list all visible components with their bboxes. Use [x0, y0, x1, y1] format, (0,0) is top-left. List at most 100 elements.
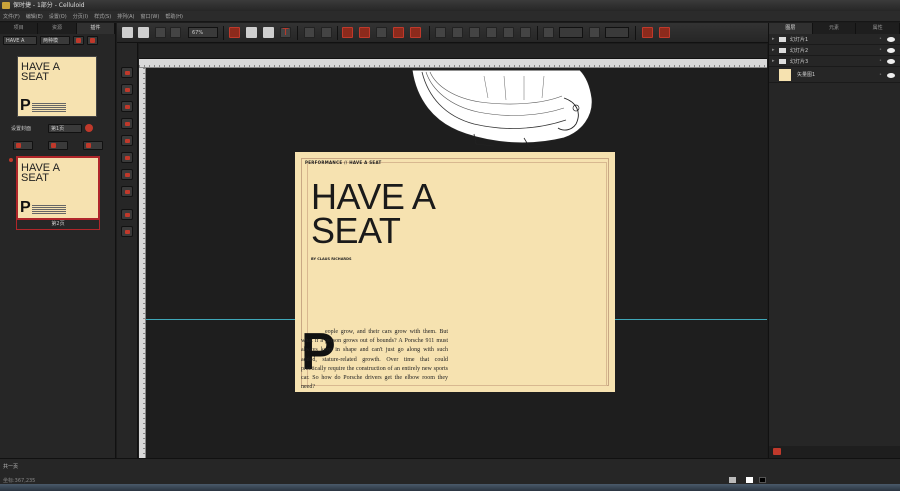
car-seat-image[interactable]	[404, 68, 604, 150]
headline[interactable]: HAVE A SEAT	[311, 179, 436, 249]
tab-project[interactable]: 项目	[0, 23, 39, 34]
play-icon[interactable]	[121, 101, 133, 112]
arrange-back-icon[interactable]	[410, 27, 421, 38]
app-icon	[2, 2, 10, 9]
corner-icon[interactable]	[659, 27, 670, 38]
layer-item[interactable]: ▸ 幻灯片1 •	[769, 34, 900, 45]
menu-edit[interactable]: 编辑(E)	[26, 13, 43, 20]
tab-layers[interactable]: 图层	[769, 23, 813, 34]
folder-icon	[779, 36, 786, 42]
page-actions	[4, 139, 112, 151]
expand-arrow-icon[interactable]: ▸	[772, 58, 777, 64]
add-page-icon[interactable]	[13, 140, 33, 150]
set-cover-label[interactable]: 设置封面	[11, 125, 45, 132]
lock-icon[interactable]: •	[879, 58, 882, 64]
eye-icon[interactable]	[887, 59, 895, 64]
tab-resources[interactable]: 资源	[38, 23, 77, 34]
lock-icon[interactable]: •	[879, 36, 882, 42]
eye-icon[interactable]	[887, 37, 895, 42]
duplicate-page-icon[interactable]	[48, 140, 68, 150]
menu-pages[interactable]: 分页(I)	[73, 13, 88, 20]
zoom-in-icon[interactable]	[155, 27, 166, 38]
layer-item[interactable]: 矢量图1 •	[769, 67, 900, 83]
zoom-out-icon[interactable]	[170, 27, 181, 38]
menu-file[interactable]: 文件(F)	[3, 13, 20, 20]
spacing-h-select[interactable]	[605, 27, 629, 38]
lock-icon[interactable]: •	[879, 72, 882, 78]
comment-icon[interactable]	[121, 84, 133, 95]
eye-icon[interactable]	[887, 73, 895, 78]
rotate-icon[interactable]	[642, 27, 653, 38]
horizontal-ruler[interactable]	[139, 59, 767, 68]
hand-icon[interactable]	[138, 27, 149, 38]
tab-properties[interactable]: 属性	[856, 23, 900, 34]
expand-arrow-icon[interactable]: ▸	[772, 36, 777, 42]
align-middle-icon[interactable]	[503, 27, 514, 38]
arrange-front-icon[interactable]	[393, 27, 404, 38]
pen-tool-icon[interactable]	[246, 27, 257, 38]
layer-item[interactable]: ▸ 幻灯片2 •	[769, 45, 900, 56]
layer-item[interactable]: ▸ 幻灯片3 •	[769, 56, 900, 67]
menu-style[interactable]: 样式(S)	[94, 13, 111, 20]
image-icon[interactable]	[121, 135, 133, 146]
align-left-icon[interactable]	[435, 27, 446, 38]
eyedropper-icon[interactable]	[304, 27, 315, 38]
align-right-icon[interactable]	[469, 27, 480, 38]
canvas[interactable]: PERFORMANCE // HAVE A SEAT HAVE A SEAT B…	[146, 68, 767, 458]
info-icon[interactable]	[85, 124, 93, 132]
page-select[interactable]: 第1页	[48, 123, 82, 133]
align-center-icon[interactable]	[452, 27, 463, 38]
body-text[interactable]: eople grow, and their cars grow with the…	[301, 328, 448, 392]
align-top-icon[interactable]	[486, 27, 497, 38]
kicker-text[interactable]: PERFORMANCE // HAVE A SEAT	[305, 160, 382, 165]
page-thumbnail-2[interactable]: HAVE A SEAT P	[16, 156, 100, 220]
expand-arrow-icon[interactable]: ▸	[772, 47, 777, 53]
select-arrow-icon[interactable]	[122, 27, 133, 38]
menu-arrange[interactable]: 排列(A)	[117, 13, 134, 20]
document-select[interactable]: HAVE A	[3, 35, 37, 45]
view-mode-icon[interactable]	[729, 477, 736, 483]
thumb-dropcap: P	[20, 199, 31, 216]
align-icon[interactable]	[342, 27, 353, 38]
spacing-v-icon[interactable]	[543, 27, 554, 38]
page-thumbnail-1[interactable]: HAVE A SEAT P	[17, 56, 97, 117]
text-tool-icon[interactable]: T	[280, 27, 291, 38]
menu-help[interactable]: 帮助(H)	[165, 13, 183, 20]
link-icon[interactable]	[121, 118, 133, 129]
document-page[interactable]: PERFORMANCE // HAVE A SEAT HAVE A SEAT B…	[295, 152, 615, 392]
menu-settings[interactable]: 设置(O)	[49, 13, 67, 20]
spacing-h-icon[interactable]	[589, 27, 600, 38]
button-icon[interactable]	[121, 209, 133, 220]
tab-plugins[interactable]: 插件	[76, 23, 115, 34]
vector-thumb-icon	[779, 68, 791, 81]
record-icon[interactable]	[121, 67, 133, 78]
shape-tool-icon[interactable]	[263, 27, 274, 38]
zoom-select[interactable]: 67%	[188, 27, 218, 38]
page-2-label[interactable]: 第2页	[16, 220, 100, 230]
scroll-icon[interactable]	[121, 186, 133, 197]
brush-icon[interactable]	[321, 27, 332, 38]
delete-page-icon[interactable]	[83, 140, 103, 150]
stroke-icon[interactable]	[376, 27, 387, 38]
undo-icon[interactable]	[73, 35, 84, 45]
add-layer-icon[interactable]	[773, 448, 781, 455]
align-bottom-icon[interactable]	[520, 27, 531, 38]
view-mode-dark-icon[interactable]	[759, 477, 766, 483]
zoom-area-icon[interactable]	[121, 226, 133, 237]
menu-window[interactable]: 窗口(W)	[140, 13, 159, 20]
vertical-ruler[interactable]	[139, 68, 146, 458]
slideshow-icon[interactable]	[121, 169, 133, 180]
spacing-v-select[interactable]	[559, 27, 583, 38]
os-taskbar	[0, 484, 900, 491]
redo-icon[interactable]	[87, 35, 98, 45]
tab-elements[interactable]: 元素	[813, 23, 857, 34]
lock-icon[interactable]: •	[879, 47, 882, 53]
eye-icon[interactable]	[887, 48, 895, 53]
layout-select[interactable]: 两种模	[40, 35, 70, 45]
view-mode-white-icon[interactable]	[746, 477, 753, 483]
byline[interactable]: BY CLAUS RICHARDS	[311, 257, 352, 261]
frame-tool-icon[interactable]	[229, 27, 240, 38]
fill-icon[interactable]	[359, 27, 370, 38]
separator	[635, 26, 636, 40]
video-icon[interactable]	[121, 152, 133, 163]
